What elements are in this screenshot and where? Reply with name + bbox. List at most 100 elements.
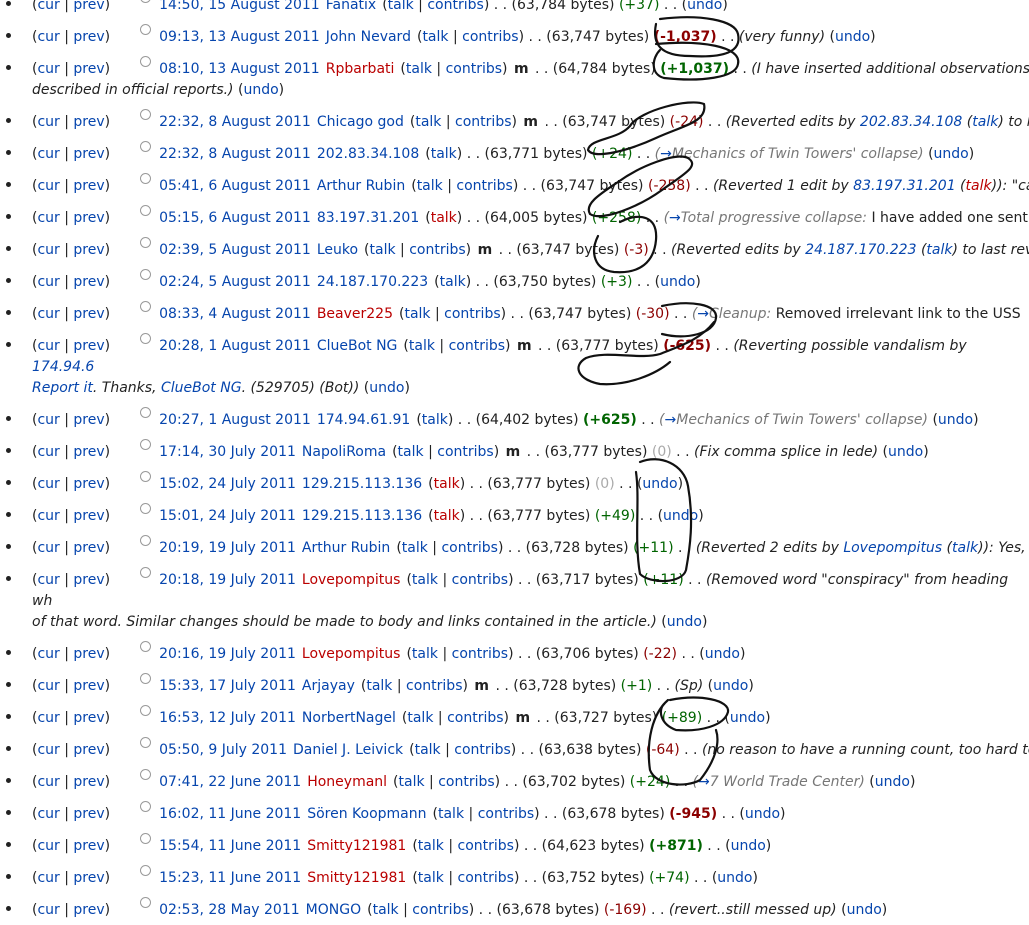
revision-timestamp-link[interactable]: 16:53, 12 July 2011 xyxy=(159,710,296,726)
revision-timestamp-link[interactable]: 08:33, 4 August 2011 xyxy=(159,306,311,322)
user-talk-link[interactable]: talk xyxy=(422,29,448,45)
revision-timestamp-link[interactable]: 08:10, 13 August 2011 xyxy=(159,61,320,77)
user-link[interactable]: Arthur Rubin xyxy=(317,178,405,194)
prev-link[interactable]: prev xyxy=(73,29,104,45)
user-talk-link[interactable]: talk xyxy=(412,572,438,588)
cur-link[interactable]: cur xyxy=(37,306,59,322)
prev-link[interactable]: prev xyxy=(73,540,104,556)
undo-link[interactable]: undo xyxy=(938,412,973,428)
user-contribs-link[interactable]: contribs xyxy=(447,710,503,726)
undo-link[interactable]: undo xyxy=(730,710,765,726)
summary-user-link[interactable]: 202.83.34.108 xyxy=(860,114,962,130)
undo-link[interactable]: undo xyxy=(687,0,722,13)
summary-talk-link[interactable]: talk xyxy=(952,540,978,556)
user-link[interactable]: Fanatix xyxy=(326,0,376,13)
summary-user-link[interactable]: 24.187.170.223 xyxy=(805,242,916,258)
user-link[interactable]: Smitty121981 xyxy=(307,870,406,886)
user-talk-link[interactable]: talk xyxy=(438,806,464,822)
summary-talk-link[interactable]: talk xyxy=(966,178,992,194)
undo-link[interactable]: undo xyxy=(705,646,740,662)
summary-user-link[interactable]: 83.197.31.201 xyxy=(853,178,955,194)
user-contribs-link[interactable]: contribs xyxy=(456,178,512,194)
revision-timestamp-link[interactable]: 07:41, 22 June 2011 xyxy=(159,774,301,790)
user-talk-link[interactable]: talk xyxy=(418,838,444,854)
cur-link[interactable]: cur xyxy=(37,0,59,13)
radio-button[interactable] xyxy=(140,333,152,344)
prev-link[interactable]: prev xyxy=(73,902,104,918)
user-link[interactable]: Daniel J. Leivick xyxy=(293,742,403,758)
user-talk-link[interactable]: talk xyxy=(431,210,457,226)
cur-link[interactable]: cur xyxy=(37,774,59,790)
radio-button[interactable] xyxy=(140,567,152,578)
user-talk-link[interactable]: talk xyxy=(412,646,438,662)
user-link[interactable]: Lovepompitus xyxy=(302,646,401,662)
user-contribs-link[interactable]: contribs xyxy=(455,114,511,130)
radio-button[interactable] xyxy=(140,109,152,120)
user-link[interactable]: John Nevard xyxy=(326,29,411,45)
prev-link[interactable]: prev xyxy=(73,476,104,492)
cur-link[interactable]: cur xyxy=(37,178,59,194)
user-link[interactable]: 129.215.113.136 xyxy=(302,508,422,524)
undo-link[interactable]: undo xyxy=(875,774,910,790)
bot-link[interactable]: ClueBot NG xyxy=(161,380,242,396)
prev-link[interactable]: prev xyxy=(73,114,104,130)
radio-button[interactable] xyxy=(140,205,152,216)
radio-button[interactable] xyxy=(140,173,152,184)
section-arrow-icon[interactable]: → xyxy=(669,210,681,226)
revision-timestamp-link[interactable]: 20:16, 19 July 2011 xyxy=(159,646,296,662)
undo-link[interactable]: undo xyxy=(660,274,695,290)
revision-timestamp-link[interactable]: 15:02, 24 July 2011 xyxy=(159,476,296,492)
user-contribs-link[interactable]: contribs xyxy=(462,29,518,45)
user-talk-link[interactable]: talk xyxy=(406,61,432,77)
user-talk-link[interactable]: talk xyxy=(418,870,444,886)
radio-button[interactable] xyxy=(140,56,152,67)
user-link[interactable]: Arthur Rubin xyxy=(302,540,390,556)
revision-timestamp-link[interactable]: 20:19, 19 July 2011 xyxy=(159,540,296,556)
revision-timestamp-link[interactable]: 14:50, 15 August 2011 xyxy=(159,0,320,13)
user-link[interactable]: 129.215.113.136 xyxy=(302,476,422,492)
radio-button[interactable] xyxy=(140,769,152,780)
revision-timestamp-link[interactable]: 17:14, 30 July 2011 xyxy=(159,444,296,460)
revision-timestamp-link[interactable]: 15:23, 11 June 2011 xyxy=(159,870,301,886)
user-link[interactable]: MONGO xyxy=(306,902,361,918)
cur-link[interactable]: cur xyxy=(37,540,59,556)
radio-button[interactable] xyxy=(140,737,152,748)
user-contribs-link[interactable]: contribs xyxy=(458,838,514,854)
report-link[interactable]: Report it xyxy=(32,380,93,396)
revision-timestamp-link[interactable]: 22:32, 8 August 2011 xyxy=(159,146,311,162)
undo-link[interactable]: undo xyxy=(243,82,278,98)
cur-link[interactable]: cur xyxy=(37,572,59,588)
radio-button[interactable] xyxy=(140,801,152,812)
prev-link[interactable]: prev xyxy=(73,806,104,822)
radio-button[interactable] xyxy=(140,503,152,514)
user-contribs-link[interactable]: contribs xyxy=(446,61,502,77)
prev-link[interactable]: prev xyxy=(73,646,104,662)
revision-timestamp-link[interactable]: 15:54, 11 June 2011 xyxy=(159,838,301,854)
radio-button[interactable] xyxy=(140,439,152,450)
prev-link[interactable]: prev xyxy=(73,508,104,524)
summary-talk-link[interactable]: talk xyxy=(972,114,998,130)
revision-timestamp-link[interactable]: 20:28, 1 August 2011 xyxy=(159,338,311,354)
prev-link[interactable]: prev xyxy=(73,146,104,162)
user-link[interactable]: ClueBot NG xyxy=(317,338,398,354)
user-talk-link[interactable]: talk xyxy=(407,710,433,726)
radio-button[interactable] xyxy=(140,897,152,908)
revision-timestamp-link[interactable]: 15:33, 17 July 2011 xyxy=(159,678,296,694)
user-link[interactable]: 174.94.61.91 xyxy=(317,412,411,428)
revision-timestamp-link[interactable]: 20:18, 19 July 2011 xyxy=(159,572,296,588)
user-talk-link[interactable]: talk xyxy=(366,678,392,694)
cur-link[interactable]: cur xyxy=(37,242,59,258)
user-talk-link[interactable]: talk xyxy=(434,476,460,492)
user-contribs-link[interactable]: contribs xyxy=(444,306,500,322)
undo-link[interactable]: undo xyxy=(667,614,702,630)
cur-link[interactable]: cur xyxy=(37,476,59,492)
user-link[interactable]: Smitty121981 xyxy=(307,838,406,854)
user-talk-link[interactable]: talk xyxy=(409,338,435,354)
user-talk-link[interactable]: talk xyxy=(370,242,396,258)
undo-link[interactable]: undo xyxy=(934,146,969,162)
revision-timestamp-link[interactable]: 02:24, 5 August 2011 xyxy=(159,274,311,290)
user-talk-link[interactable]: talk xyxy=(404,306,430,322)
prev-link[interactable]: prev xyxy=(73,306,104,322)
user-talk-link[interactable]: talk xyxy=(417,178,443,194)
user-link[interactable]: 24.187.170.223 xyxy=(317,274,428,290)
